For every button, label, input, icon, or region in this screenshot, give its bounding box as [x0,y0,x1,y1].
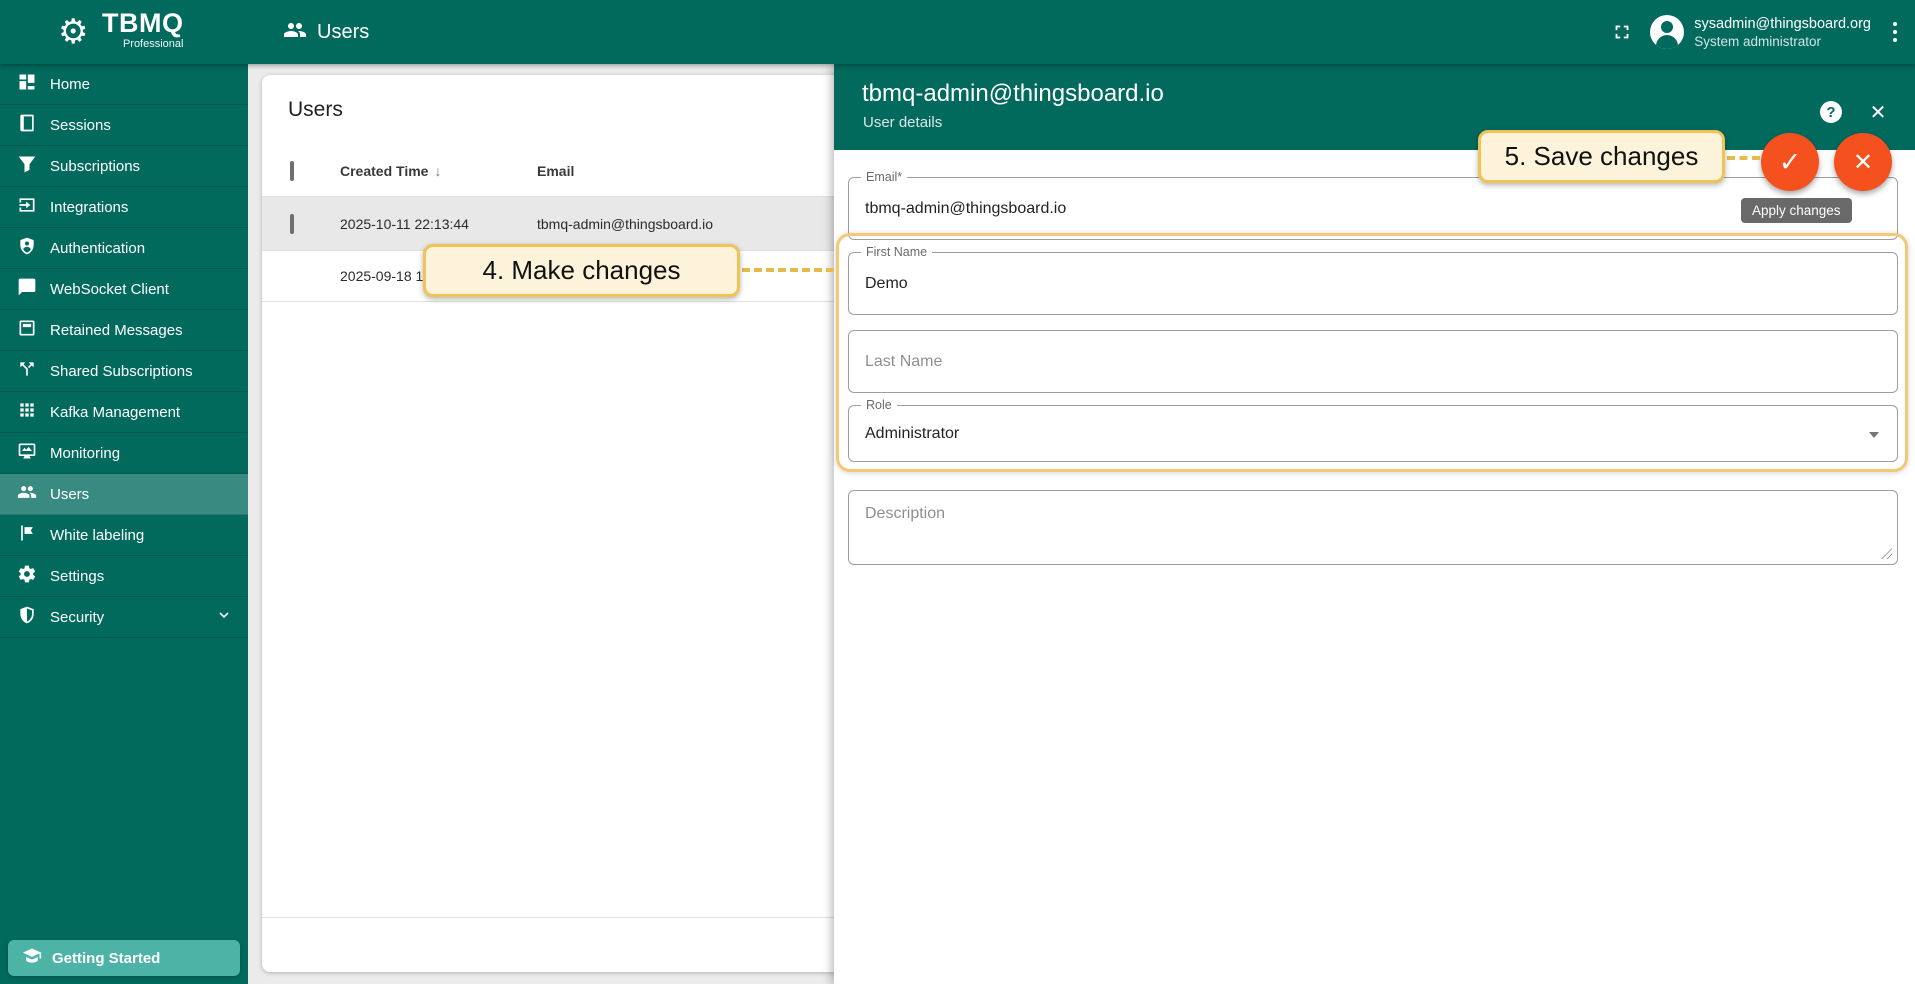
sidebar-item-security[interactable]: Security [0,597,248,638]
sidebar-item-label: Security [50,609,104,626]
apply-changes-tooltip: Apply changes [1741,198,1852,223]
getting-started-button[interactable]: Getting Started [8,940,240,976]
sidebar-item-label: Kafka Management [50,404,180,421]
account-info[interactable]: sysadmin@thingsboard.org System administ… [1694,15,1871,50]
check-icon: ✓ [1779,147,1802,178]
row-checkbox[interactable] [290,214,294,234]
description-textarea[interactable] [849,491,1897,564]
sidebar-item-home[interactable]: Home [0,64,248,105]
app-root: Home Sessions Subscriptions Integrations… [0,0,1915,984]
sidebar-item-users[interactable]: Users [0,474,248,515]
sidebar-item-subscriptions[interactable]: Subscriptions [0,146,248,187]
panel-title: tbmq-admin@thingsboard.io [862,80,1164,108]
sidebar-item-monitoring[interactable]: Monitoring [0,433,248,474]
security-icon [17,236,37,260]
email-input[interactable] [849,178,1897,239]
sidebar-item-white-labeling[interactable]: White labeling [0,515,248,556]
cell-created-time: 2025-10-11 22:13:44 [340,216,537,232]
sidebar-item-label: Retained Messages [50,322,183,339]
more-vert-icon[interactable] [1885,22,1915,42]
callout-connector-line [1727,156,1760,160]
sidebar: Home Sessions Subscriptions Integrations… [0,64,248,984]
first-name-input[interactable] [849,253,1897,314]
email-field-label: Email* [861,170,907,185]
getting-started-label: Getting Started [52,950,160,967]
sidebar-item-sessions[interactable]: Sessions [0,105,248,146]
sidebar-item-label: White labeling [50,527,144,544]
sidebar-item-shared-subscriptions[interactable]: Shared Subscriptions [0,351,248,392]
filter-icon [17,154,37,178]
sidebar-item-retained-messages[interactable]: Retained Messages [0,310,248,351]
first-name-field[interactable]: First Name [848,252,1898,315]
logo-title: TBMQ [102,6,183,40]
sort-desc-icon: ↓ [434,163,441,179]
sidebar-item-label: Integrations [50,199,128,216]
close-icon: ✕ [1853,148,1873,176]
sidebar-item-websocket-client[interactable]: WebSocket Client [0,269,248,310]
column-header-created-time[interactable]: Created Time↓ [340,163,537,179]
dashboard-icon [17,72,37,96]
shield-icon [17,605,37,629]
input-icon [17,195,37,219]
callout-connector-line [742,268,834,272]
avatar[interactable] [1650,15,1684,49]
sidebar-item-authentication[interactable]: Authentication [0,228,248,269]
sidebar-item-label: Settings [50,568,104,585]
inbox-icon [17,318,37,342]
sidebar-item-kafka-management[interactable]: Kafka Management [0,392,248,433]
account-email: sysadmin@thingsboard.org [1694,15,1871,33]
role-select[interactable]: Role Administrator [848,405,1898,462]
card-title: Users [288,98,343,122]
chat-icon [17,277,37,301]
chevron-down-icon [216,607,232,627]
logo-subtitle: Professional [123,38,184,50]
select-all-checkbox[interactable] [290,161,294,181]
description-field[interactable] [848,490,1898,565]
sidebar-item-label: Authentication [50,240,145,257]
sidebar-item-label: Sessions [50,117,111,134]
sidebar-item-label: WebSocket Client [50,281,169,298]
app-logo[interactable]: ⚙ TBMQ Professional [58,6,183,54]
fullscreen-icon[interactable] [1602,12,1642,52]
callout-step-4: 4. Make changes [423,244,740,297]
panel-header: tbmq-admin@thingsboard.io User details ?… [834,64,1915,150]
gear-icon [17,564,37,588]
school-icon [22,946,42,970]
monitor-icon [17,441,37,465]
sidebar-item-label: Subscriptions [50,158,140,175]
apps-grid-icon [17,400,37,424]
help-icon[interactable]: ? [1820,101,1842,123]
page-title: Users [317,21,369,44]
sidebar-item-label: Monitoring [50,445,120,462]
role-field-label: Role [861,398,897,413]
sidebar-item-settings[interactable]: Settings [0,556,248,597]
book-icon [17,113,37,137]
callout-step-5: 5. Save changes [1478,130,1725,183]
dropdown-arrow-icon [1869,432,1879,438]
sidebar-item-label: Users [50,486,89,503]
last-name-input[interactable] [849,331,1897,392]
people-icon [17,482,37,506]
account-role: System administrator [1694,33,1871,50]
top-app-bar: ⚙ TBMQ Professional Users sysadmin@thing… [0,0,1915,64]
sidebar-item-integrations[interactable]: Integrations [0,187,248,228]
apply-changes-button[interactable]: ✓ [1761,133,1819,191]
role-selected-value: Administrator [865,425,959,443]
sidebar-item-label: Shared Subscriptions [50,363,193,380]
tbmq-gear-logo-icon: ⚙ [58,10,98,54]
flag-icon [17,523,37,547]
people-icon [283,18,307,47]
call-split-icon [17,359,37,383]
user-details-panel: tbmq-admin@thingsboard.io User details ?… [834,64,1915,984]
discard-changes-button[interactable]: ✕ [1834,133,1892,191]
close-icon[interactable]: ✕ [1866,100,1890,124]
sidebar-item-label: Home [50,76,90,93]
panel-subtitle: User details [863,114,942,131]
first-name-field-label: First Name [861,245,932,260]
last-name-field[interactable] [848,330,1898,393]
